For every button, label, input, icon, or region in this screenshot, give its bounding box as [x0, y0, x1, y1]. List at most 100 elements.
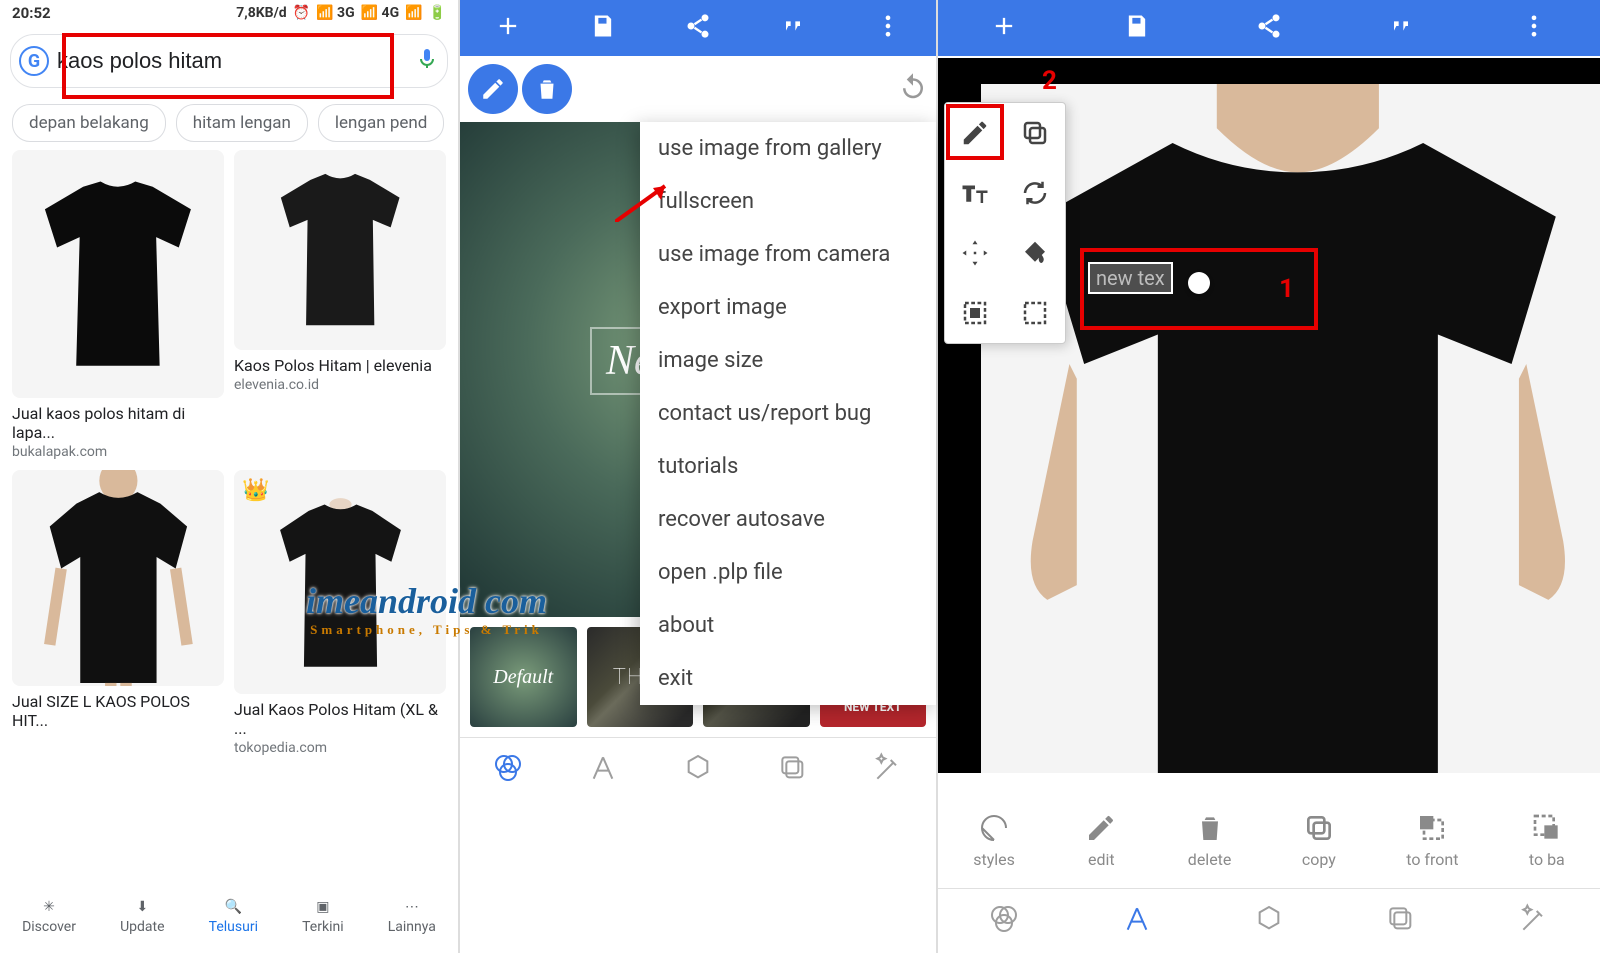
tool-bounds-icon[interactable]	[945, 283, 1005, 343]
battery-icon: 🔋	[429, 5, 446, 21]
alarm-icon: ⏰	[293, 5, 310, 21]
selection-handle[interactable]	[1188, 272, 1210, 294]
selected-text-box[interactable]: new tex	[1088, 262, 1173, 294]
result-card[interactable]: Jual SIZE L KAOS POLOS HIT...	[12, 470, 224, 756]
tab-layers-icon[interactable]	[1385, 903, 1417, 939]
quote-icon[interactable]	[1387, 12, 1415, 44]
search-input[interactable]	[49, 44, 415, 78]
tool-center-icon[interactable]	[945, 223, 1005, 283]
tab-filters-icon[interactable]	[988, 903, 1020, 939]
result-thumb: 👑	[234, 470, 446, 694]
nav-lainnya[interactable]: ⋯Lainnya	[388, 899, 436, 935]
action-styles[interactable]: styles	[973, 812, 1015, 869]
nav-telusuri[interactable]: 🔍Telusuri	[209, 899, 258, 935]
bottom-nav: ✳Discover ⬇Update 🔍Telusuri ▣Terkini ⋯La…	[0, 889, 458, 953]
delete-button[interactable]	[522, 64, 572, 114]
tool-fill-icon[interactable]	[1005, 223, 1065, 283]
canvas-image	[981, 84, 1600, 773]
menu-fullscreen[interactable]: fullscreen	[640, 175, 936, 228]
menu-export-image[interactable]: export image	[640, 281, 936, 334]
share-icon[interactable]	[684, 12, 712, 44]
update-icon: ⬇	[136, 899, 148, 915]
collections-icon: ▣	[316, 899, 329, 915]
action-to-front[interactable]: to front	[1406, 812, 1458, 869]
nav-discover[interactable]: ✳Discover	[22, 899, 76, 935]
result-card[interactable]: Jual kaos polos hitam di lapa... bukalap…	[12, 150, 224, 460]
result-source: tokopedia.com	[234, 740, 446, 756]
bottom-tabs	[460, 737, 936, 802]
menu-recover-autosave[interactable]: recover autosave	[640, 493, 936, 546]
menu-use-image-gallery[interactable]: use image from gallery	[640, 122, 936, 175]
tool-popup	[944, 102, 1066, 344]
search-chips: depan belakang hitam lengan lengan pend	[0, 96, 458, 150]
result-card[interactable]: Kaos Polos Hitam | elevenia elevenia.co.…	[234, 150, 446, 460]
quote-icon[interactable]	[779, 12, 807, 44]
action-to-back[interactable]: to ba	[1529, 812, 1565, 869]
menu-exit[interactable]: exit	[640, 652, 936, 705]
mic-icon[interactable]	[415, 47, 439, 75]
google-logo-icon: G	[19, 46, 49, 76]
tab-layers-icon[interactable]	[777, 752, 809, 788]
add-icon[interactable]	[990, 12, 1018, 44]
menu-image-size[interactable]: image size	[640, 334, 936, 387]
wifi-icon: 📶	[405, 5, 422, 21]
overflow-menu-icon[interactable]	[1520, 12, 1548, 44]
tab-filters-icon[interactable]	[492, 752, 524, 788]
app-topbar	[460, 0, 936, 56]
result-source: elevenia.co.id	[234, 377, 446, 393]
result-title: Kaos Polos Hitam | elevenia	[234, 356, 446, 375]
tab-shape-icon[interactable]	[682, 752, 714, 788]
tool-textsize-icon[interactable]	[945, 163, 1005, 223]
result-source: bukalapak.com	[12, 444, 224, 460]
app-topbar	[938, 0, 1600, 56]
tool-pencil-icon[interactable]	[945, 103, 1005, 163]
nav-update[interactable]: ⬇Update	[120, 899, 164, 935]
menu-use-image-camera[interactable]: use image from camera	[640, 228, 936, 281]
screenshot-google-search: 20:52 7,8KB/d ⏰ 📶 3G 📶 4G 📶 🔋 G depan be…	[0, 0, 458, 953]
menu-open-plp[interactable]: open .plp file	[640, 546, 936, 599]
action-bar: styles edit delete copy to front to ba	[938, 800, 1600, 881]
result-title: Jual SIZE L KAOS POLOS HIT...	[12, 692, 224, 730]
screenshot-pixellab-edit: new tex 1 2 styles edit delete copy to f…	[936, 0, 1600, 953]
menu-tutorials[interactable]: tutorials	[640, 440, 936, 493]
result-thumb	[12, 470, 224, 686]
search-box[interactable]: G	[10, 34, 448, 88]
tool-copy-icon[interactable]	[1005, 103, 1065, 163]
result-thumb	[234, 150, 446, 350]
menu-about[interactable]: about	[640, 599, 936, 652]
chip[interactable]: depan belakang	[12, 104, 166, 142]
asterisk-icon: ✳	[43, 899, 55, 915]
add-icon[interactable]	[494, 12, 522, 44]
tool-rotate-icon[interactable]	[1005, 163, 1065, 223]
tab-effects-icon[interactable]	[1518, 903, 1550, 939]
more-icon: ⋯	[405, 899, 419, 915]
save-icon[interactable]	[1123, 12, 1151, 44]
overflow-menu: use image from gallery fullscreen use im…	[640, 122, 936, 705]
sub-toolbar	[460, 56, 936, 122]
action-delete[interactable]: delete	[1188, 812, 1232, 869]
share-icon[interactable]	[1255, 12, 1283, 44]
action-copy[interactable]: copy	[1302, 812, 1336, 869]
overflow-menu-icon[interactable]	[874, 12, 902, 44]
result-card[interactable]: 👑 Jual Kaos Polos Hitam (XL & ... tokope…	[234, 470, 446, 756]
search-icon: 🔍	[225, 899, 242, 915]
annotation-2: 2	[1042, 66, 1057, 96]
save-icon[interactable]	[589, 12, 617, 44]
preset-default[interactable]: Default	[470, 627, 577, 727]
undo-icon[interactable]	[898, 72, 928, 106]
tab-effects-icon[interactable]	[872, 752, 904, 788]
nav-terkini[interactable]: ▣Terkini	[302, 899, 343, 935]
edit-button[interactable]	[468, 64, 518, 114]
status-bar: 20:52 7,8KB/d ⏰ 📶 3G 📶 4G 📶 🔋	[0, 0, 458, 26]
action-edit[interactable]: edit	[1085, 812, 1117, 869]
chip[interactable]: lengan pend	[318, 104, 444, 142]
tool-select-icon[interactable]	[1005, 283, 1065, 343]
tab-text-icon[interactable]	[1121, 903, 1153, 939]
chip[interactable]: hitam lengan	[176, 104, 308, 142]
menu-contact-us[interactable]: contact us/report bug	[640, 387, 936, 440]
result-title: Jual Kaos Polos Hitam (XL & ...	[234, 700, 446, 738]
result-title: Jual kaos polos hitam di lapa...	[12, 404, 224, 442]
tab-text-icon[interactable]	[587, 752, 619, 788]
screenshot-pixellab-menu: use image from gallery fullscreen use im…	[458, 0, 936, 953]
tab-shape-icon[interactable]	[1253, 903, 1285, 939]
